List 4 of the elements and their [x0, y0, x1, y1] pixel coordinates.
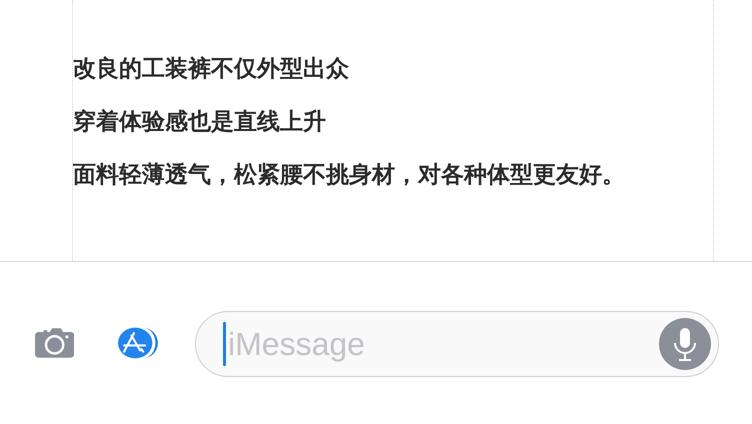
message-text: 改良的工装裤不仅外型出众 [73, 56, 350, 82]
microphone-icon[interactable] [659, 318, 711, 370]
message-text: 穿着体验感也是直线上升 [73, 109, 327, 135]
message-text: 面料轻薄透气，松紧腰不挑身材，对各种体型更友好。 [73, 162, 626, 188]
